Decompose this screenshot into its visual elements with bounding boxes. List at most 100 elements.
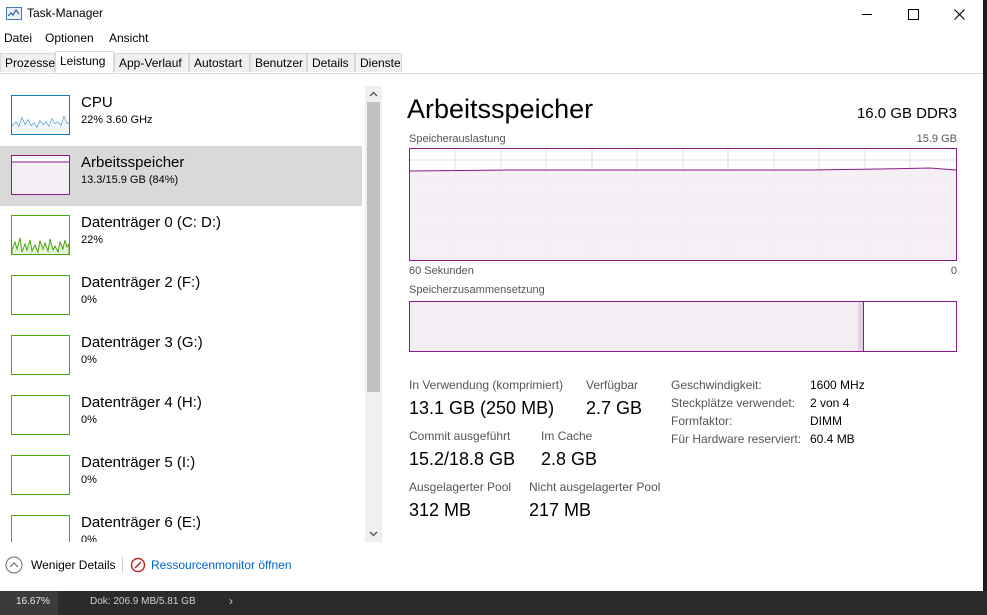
sidebar-item-title: Datenträger 4 (H:) (81, 394, 202, 411)
detail-value: 2 von 4 (810, 396, 850, 410)
nonpaged-pool-value: 217 MB (529, 500, 592, 520)
sidebar-item-subtitle: 22% (81, 234, 104, 246)
sidebar-item-datentraeger-0[interactable]: Datenträger 0 (C: D:) 22% (0, 206, 362, 266)
scroll-down-button[interactable] (367, 528, 380, 540)
memory-composition-bar (409, 301, 957, 352)
menu-optionen[interactable]: Optionen (45, 31, 94, 45)
scrollbar-thumb[interactable] (367, 102, 380, 392)
disk5-mini-graph (11, 455, 70, 495)
composition-label: Speicherzusammensetzung (409, 284, 545, 296)
close-button[interactable] (936, 0, 982, 28)
sidebar-item-datentraeger-4[interactable]: Datenträger 4 (H:) 0% (0, 386, 362, 446)
minimize-icon (862, 13, 872, 15)
sidebar-item-subtitle: 0% (81, 414, 97, 426)
commit-value: 15.2/18.8 GB (409, 449, 516, 469)
disk4-mini-graph (11, 395, 70, 435)
sidebar-item-subtitle: 0% (81, 294, 97, 306)
graph-time-label: 60 Sekunden (409, 265, 474, 277)
available-label: Verfügbar (586, 378, 639, 392)
collapse-up-icon (5, 556, 23, 574)
detail-label: Steckplätze verwendet: (671, 396, 796, 410)
tab-leistung[interactable]: Leistung (55, 51, 114, 73)
composition-in-use-segment (410, 302, 858, 351)
paged-pool-value: 312 MB (409, 500, 472, 520)
status-doc-text: Dok: 206.9 MB/5.81 GB (90, 596, 196, 607)
sidebar-item-title: Datenträger 3 (G:) (81, 334, 203, 351)
chevron-up-icon (369, 91, 378, 97)
scroll-up-button[interactable] (367, 88, 380, 100)
tab-prozesse[interactable]: Prozesse (0, 53, 55, 72)
sidebar-item-subtitle: 22% 3.60 GHz (81, 114, 153, 126)
sidebar-item-datentraeger-3[interactable]: Datenträger 3 (G:) 0% (0, 326, 362, 386)
status-chevron-right-icon[interactable]: › (229, 594, 233, 608)
page-title: Arbeitsspeicher (407, 94, 594, 124)
cache-label: Im Cache (541, 429, 593, 443)
in-use-label: In Verwendung (komprimiert) (409, 378, 564, 392)
cache-value: 2.8 GB (541, 449, 598, 469)
menu-datei[interactable]: Datei (4, 31, 32, 45)
detail-value: 1600 MHz (810, 378, 865, 392)
minimize-button[interactable] (844, 0, 890, 28)
task-manager-app-icon (6, 7, 22, 20)
memory-spec: 16.0 GB DDR3 (856, 105, 957, 122)
disk2-mini-graph (11, 275, 70, 315)
sidebar-item-datentraeger-6[interactable]: Datenträger 6 (E:) 0% (0, 506, 362, 542)
fewer-details-button[interactable]: Weniger Details (5, 556, 115, 574)
menu-ansicht[interactable]: Ansicht (109, 31, 148, 45)
resource-monitor-icon (130, 557, 146, 573)
tab-autostart[interactable]: Autostart (189, 53, 250, 72)
fewer-details-label: Weniger Details (31, 558, 116, 572)
title-bar (0, 0, 987, 28)
detail-label: Formfaktor: (671, 414, 733, 428)
detail-value: 60.4 MB (810, 432, 855, 446)
sidebar-item-datentraeger-5[interactable]: Datenträger 5 (I:) 0% (0, 446, 362, 506)
resource-monitor-link[interactable]: Ressourcenmonitor öffnen (130, 556, 292, 574)
window-title: Task-Manager (27, 6, 104, 20)
disk6-mini-graph (11, 515, 70, 542)
disk3-mini-graph (11, 335, 70, 375)
status-left-text: 16.67% (16, 596, 50, 607)
performance-sidebar: CPU 22% 3.60 GHz Arbeitsspeicher 13.3/15… (0, 86, 362, 542)
sidebar-item-title: Datenträger 5 (I:) (81, 454, 196, 471)
detail-label: Geschwindigkeit: (671, 378, 762, 392)
sidebar-item-subtitle: 0% (81, 474, 97, 486)
paged-pool-label: Ausgelagerter Pool (409, 480, 512, 494)
tab-benutzer[interactable]: Benutzer (250, 53, 307, 72)
sidebar-item-subtitle: 13.3/15.9 GB (84%) (81, 174, 179, 186)
sidebar-item-title: Datenträger 2 (F:) (81, 274, 201, 291)
nonpaged-pool-label: Nicht ausgelagerter Pool (529, 480, 661, 494)
commit-label: Commit ausgeführt (409, 429, 511, 443)
sidebar-item-title: Arbeitsspeicher (81, 154, 185, 171)
available-value: 2.7 GB (586, 398, 643, 418)
detail-label: Für Hardware reserviert: (671, 432, 802, 446)
bottom-status-strip: 16.67% Dok: 206.9 MB/5.81 GB › (0, 591, 987, 615)
sidebar-item-title: CPU (81, 94, 113, 111)
memory-mini-graph (11, 155, 70, 195)
sidebar-item-datentraeger-2[interactable]: Datenträger 2 (F:) 0% (0, 266, 362, 326)
in-use-value: 13.1 GB (250 MB) (409, 398, 555, 418)
sidebar-item-arbeitsspeicher[interactable]: Arbeitsspeicher 13.3/15.9 GB (84%) (0, 146, 362, 206)
chevron-down-icon (369, 531, 378, 537)
sidebar-item-subtitle: 0% (81, 354, 97, 366)
detail-value: DIMM (810, 414, 842, 428)
graph-zero-label: 0 (950, 265, 957, 277)
tab-details[interactable]: Details (307, 53, 355, 72)
tab-app-verlauf[interactable]: App-Verlauf (114, 53, 189, 72)
sidebar-item-title: Datenträger 0 (C: D:) (81, 214, 222, 231)
close-icon (953, 8, 965, 20)
sidebar-item-subtitle: 0% (81, 534, 97, 542)
graph-label: Speicherauslastung (409, 133, 506, 145)
maximize-icon (907, 8, 919, 20)
memory-usage-graph (409, 148, 957, 261)
composition-modified-segment (858, 302, 864, 351)
maximize-button[interactable] (890, 0, 936, 28)
footer-divider (122, 557, 123, 573)
sidebar-item-title: Datenträger 6 (E:) (81, 514, 202, 531)
desktop-edge (983, 0, 987, 591)
graph-max-label: 15.9 GB (916, 133, 957, 145)
sidebar-item-cpu[interactable]: CPU 22% 3.60 GHz (0, 86, 362, 146)
cpu-mini-graph (11, 95, 70, 135)
tab-dienste[interactable]: Dienste (355, 53, 402, 72)
disk0-mini-graph (11, 215, 70, 255)
resource-monitor-label: Ressourcenmonitor öffnen (151, 558, 292, 572)
